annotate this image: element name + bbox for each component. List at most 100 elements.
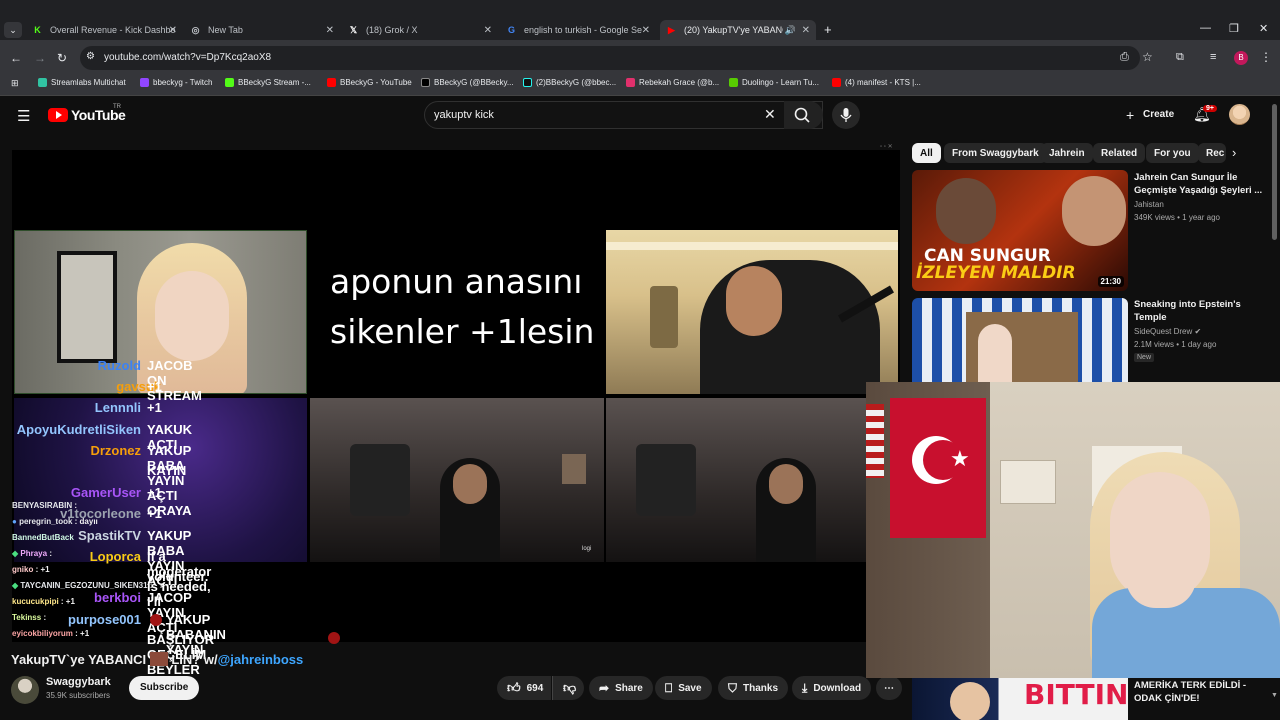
close-icon[interactable]: ✕ [484,25,492,36]
hamburger-menu-icon[interactable]: ☰ [17,107,30,125]
channel-avatar[interactable] [11,676,39,704]
bookmark-youtube[interactable]: BBeckyG - YouTube [327,78,412,87]
channel-name[interactable]: Swaggybark [46,676,111,688]
kick-icon: K [34,25,41,35]
tab-youtube[interactable]: ▶ (20) YakupTV'ye YABANCI 🔊 ✕ [660,20,816,40]
facecam-overlay: ★ [866,382,1280,678]
chip-recent[interactable]: Rec [1198,143,1226,163]
chip-jahrein[interactable]: Jahrein [1041,143,1093,163]
tab-search-button[interactable]: ⌄ [4,22,22,38]
super-thanks-icon: ⛉ [728,680,738,695]
streamer-top [1092,588,1280,678]
dislike-button[interactable]: 👎︎ [552,676,584,700]
extensions-icon[interactable]: ⧉ [1176,51,1184,64]
bookmark-label: Rebekah Grace (@b... [639,78,720,87]
subscribe-button[interactable]: Subscribe [129,676,200,700]
thanks-button[interactable]: ⛉ Thanks [718,676,789,700]
sidebar-video-thumbnail[interactable] [912,298,1128,382]
create-button[interactable]: Create [1143,109,1174,120]
twitch-icon [140,78,149,87]
bookmark-label: Duolingo - Learn Tu... [742,78,819,87]
more-actions-button[interactable]: ⋯ [876,676,902,700]
chip-all[interactable]: All [912,143,941,163]
media-control-icon[interactable]: ≡ [1210,51,1216,63]
bookmark-streamlabs[interactable]: Streamlabs Multichat [38,78,126,87]
bookmark-tiktok[interactable]: (2)BBeckyG (@bbec... [523,78,616,87]
clear-search-icon[interactable]: ✕ [764,106,776,123]
title-line: AMERİKA TERK EDİLDİ - [1134,680,1247,691]
bookmark-label: bbeckyg - Twitch [153,78,213,87]
streamer-face [726,266,782,336]
close-icon[interactable]: ✕ [641,24,650,36]
window-close-icon[interactable]: ✕ [1259,22,1268,35]
thumb-person [978,324,1012,382]
tab-new[interactable]: ◎ New Tab ✕ [190,20,334,40]
minimize-icon[interactable]: — [1200,22,1211,34]
download-button[interactable]: ⤓ Download [792,676,872,700]
chip-from-swaggybark[interactable]: From Swaggybark [944,143,1047,163]
scroll-down-icon[interactable]: ▼ [1271,692,1278,699]
new-tab-button[interactable]: + [824,22,832,37]
url-text[interactable]: youtube.com/watch?v=Dp7Kcq2aoX8 [104,52,271,63]
title-mention-link[interactable]: @jahreinboss [218,652,304,667]
player-overlay-controls[interactable]: ▫ ▫ ✕ [880,143,893,150]
bookmark-instagram[interactable]: Rebekah Grace (@b... [626,78,719,87]
tiktok-icon [523,78,532,87]
sidebar-video-thumbnail[interactable]: CAN SUNGUR İZLEYEN MALDIR 21:30 [912,170,1128,291]
chat-username: gavsuk [116,379,161,394]
download-label: Download [813,682,862,694]
star-icon: ★ [950,446,970,471]
streamlabs-icon [38,78,47,87]
x-icon [421,78,430,87]
profile-avatar[interactable]: B [1234,51,1248,65]
maximize-icon[interactable]: ❐ [1229,22,1239,35]
browser-menu-icon[interactable]: ⋮ [1260,50,1272,64]
search-input[interactable]: yakuptv kick [434,109,494,121]
close-icon[interactable]: ✕ [801,24,810,36]
bookmark-star-icon[interactable]: ☆ [1142,50,1153,64]
title-emoji-icon [149,652,168,666]
sidebar-video-channel[interactable]: SideQuest Drew ✔ [1134,327,1201,336]
share-label: Share [615,682,643,694]
chips-next-icon[interactable]: › [1232,145,1236,160]
sidebar-video-title[interactable]: Jahrein Can Sungur İle Geçmişte Yaşadığı… [1134,171,1262,197]
search-button[interactable] [784,101,823,129]
youtube-logo-icon[interactable] [48,108,68,122]
sidebar-video-channel[interactable]: Jahistan [1134,200,1164,209]
video-title: YakupTV`ye YABANCI LİN? w/@jahreinboss [11,652,303,667]
close-icon[interactable]: ✕ [169,25,177,36]
voice-search-button[interactable] [832,101,860,129]
user-avatar[interactable] [1229,104,1250,125]
install-icon[interactable]: ⎙ [1120,51,1129,64]
speaker-icon[interactable]: 🔊 [782,24,796,36]
chat-username: BENYASIRABIN [12,501,73,510]
bookmark-twitch[interactable]: bbeckyg - Twitch [140,78,212,87]
forward-icon[interactable]: → [34,51,46,65]
bookmark-duolingo[interactable]: Duolingo - Learn Tu... [729,78,819,87]
sidebar-video-thumbnail[interactable]: BITTIN [912,678,1128,720]
create-plus-icon[interactable]: + [1126,107,1134,123]
back-icon[interactable]: ← [10,51,22,65]
tab-grok[interactable]: 𝕏 (18) Grok / X ✕ [348,20,492,40]
bookmark-x[interactable]: BBeckyG (@BBecky... [421,78,514,87]
apps-grid-icon[interactable]: ⊞ [11,78,19,89]
page-scrollbar[interactable] [1272,104,1277,240]
bookmark-manifest[interactable]: (4) manifest - KTS |... [832,78,921,87]
tab-google[interactable]: G english to turkish - Google Sea ✕ [506,20,650,40]
like-button[interactable]: 👍︎ 694 [497,676,551,700]
bookmark-kick[interactable]: BBeckyG Stream -... [225,78,311,87]
sidebar-video-title[interactable]: Sneaking into Epstein's Temple [1134,298,1241,324]
tab-kick[interactable]: K Overall Revenue - Kick Dashbo ✕ [32,20,177,40]
chat-message: : +1 [75,629,90,638]
site-info-icon[interactable]: ⚙ [86,51,95,62]
webcam-bottom-middle [310,398,604,562]
reload-icon[interactable]: ↻ [57,51,67,65]
chip-related[interactable]: Related [1093,143,1146,163]
share-button[interactable]: ➦ Share [589,676,653,700]
chip-for-you[interactable]: For you [1146,143,1199,163]
chat-username: peregrin_took [19,517,73,526]
tab-label: english to turkish - Google Sea [524,25,648,35]
save-button[interactable]: ⎕ Save [655,676,712,700]
close-icon[interactable]: ✕ [326,25,334,36]
sidebar-video-title[interactable]: AMERİKA TERK EDİLDİ - ODAK ÇİN'DE! [1134,679,1246,705]
